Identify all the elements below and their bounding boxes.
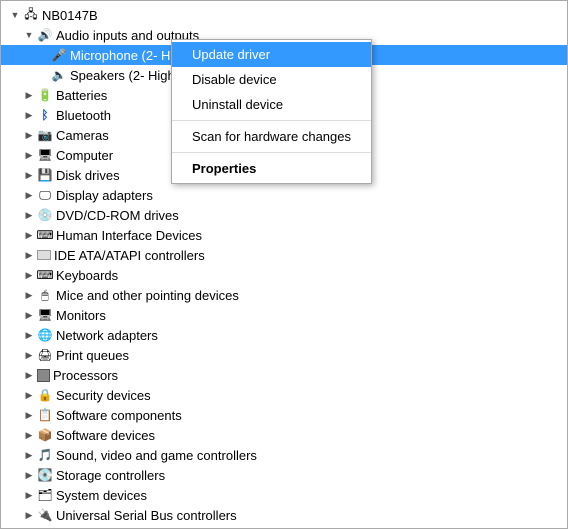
dvd-label: DVD/CD-ROM drives <box>56 208 567 223</box>
display-chevron[interactable] <box>21 187 37 203</box>
system-chevron[interactable] <box>21 487 37 503</box>
context-menu-sep1 <box>172 120 371 121</box>
processors-icon <box>37 369 50 382</box>
usb-chevron[interactable] <box>21 507 37 523</box>
tree-item-softwaredev[interactable]: 📦 Software devices <box>1 425 567 445</box>
tree-item-softwarecomp[interactable]: 📋 Software components <box>1 405 567 425</box>
tree-item-hid[interactable]: ⌨ Human Interface Devices <box>1 225 567 245</box>
tree-item-mice[interactable]: 🖱 Mice and other pointing devices <box>1 285 567 305</box>
tree-item-ide[interactable]: IDE ATA/ATAPI controllers <box>1 245 567 265</box>
softwaredev-chevron[interactable] <box>21 427 37 443</box>
bluetooth-chevron[interactable] <box>21 107 37 123</box>
context-menu-properties[interactable]: Properties <box>172 156 371 181</box>
dvd-chevron[interactable] <box>21 207 37 223</box>
tree-item-system[interactable]: 🗂 System devices <box>1 485 567 505</box>
softwaredev-label: Software devices <box>56 428 567 443</box>
audio-chevron[interactable] <box>21 27 37 43</box>
print-icon: 🖨 <box>37 347 53 363</box>
usb-label: Universal Serial Bus controllers <box>56 508 567 523</box>
print-label: Print queues <box>56 348 567 363</box>
context-menu-scan[interactable]: Scan for hardware changes <box>172 124 371 149</box>
processors-label: Processors <box>53 368 567 383</box>
softwarecomp-icon: 📋 <box>37 407 53 423</box>
security-icon: 🔒 <box>37 387 53 403</box>
hid-icon: ⌨ <box>37 227 53 243</box>
softwarecomp-chevron[interactable] <box>21 407 37 423</box>
audio-icon: 🔊 <box>37 27 53 43</box>
computer-chevron[interactable] <box>21 147 37 163</box>
mice-label: Mice and other pointing devices <box>56 288 567 303</box>
speakers-chevron <box>35 67 51 83</box>
network-chevron[interactable] <box>21 327 37 343</box>
sound-chevron[interactable] <box>21 447 37 463</box>
display-label: Display adapters <box>56 188 567 203</box>
speakers-icon: 🔈 <box>51 67 67 83</box>
disk-chevron[interactable] <box>21 167 37 183</box>
cameras-chevron[interactable] <box>21 127 37 143</box>
security-chevron[interactable] <box>21 387 37 403</box>
mic-icon: 🎤 <box>51 47 67 63</box>
security-label: Security devices <box>56 388 567 403</box>
context-menu-disable[interactable]: Disable device <box>172 67 371 92</box>
mice-icon: 🖱 <box>37 287 53 303</box>
hid-label: Human Interface Devices <box>56 228 567 243</box>
tree-item-sound[interactable]: 🎵 Sound, video and game controllers <box>1 445 567 465</box>
display-icon: 🖵 <box>37 187 53 203</box>
storage-chevron[interactable] <box>21 467 37 483</box>
keyboards-chevron[interactable] <box>21 267 37 283</box>
mic-chevron <box>35 47 51 63</box>
tree-root[interactable]: 🖧 NB0147B <box>1 5 567 25</box>
system-label: System devices <box>56 488 567 503</box>
ide-icon <box>37 250 51 260</box>
root-label: NB0147B <box>42 8 567 23</box>
print-chevron[interactable] <box>21 347 37 363</box>
sound-label: Sound, video and game controllers <box>56 448 567 463</box>
tree-item-usb[interactable]: 🔌 Universal Serial Bus controllers <box>1 505 567 525</box>
tree-item-storage[interactable]: 💽 Storage controllers <box>1 465 567 485</box>
context-menu-uninstall[interactable]: Uninstall device <box>172 92 371 117</box>
network-icon: 🌐 <box>37 327 53 343</box>
context-menu-update[interactable]: Update driver <box>172 42 371 67</box>
monitors-icon: 🖥 <box>37 307 53 323</box>
storage-icon: 💽 <box>37 467 53 483</box>
sound-icon: 🎵 <box>37 447 53 463</box>
usb-icon: 🔌 <box>37 507 53 523</box>
processors-chevron[interactable] <box>21 367 37 383</box>
system-icon: 🗂 <box>37 487 53 503</box>
tree-item-print[interactable]: 🖨 Print queues <box>1 345 567 365</box>
computer-icon: 🖥 <box>37 147 53 163</box>
mice-chevron[interactable] <box>21 287 37 303</box>
cameras-icon: 📷 <box>37 127 53 143</box>
root-chevron[interactable] <box>7 7 23 23</box>
ide-label: IDE ATA/ATAPI controllers <box>54 248 567 263</box>
tree-item-monitors[interactable]: 🖥 Monitors <box>1 305 567 325</box>
tree-item-security[interactable]: 🔒 Security devices <box>1 385 567 405</box>
softwaredev-icon: 📦 <box>37 427 53 443</box>
dvd-icon: 💿 <box>37 207 53 223</box>
tree-item-keyboards[interactable]: ⌨ Keyboards <box>1 265 567 285</box>
tree-item-dvd[interactable]: 💿 DVD/CD-ROM drives <box>1 205 567 225</box>
keyboards-label: Keyboards <box>56 268 567 283</box>
root-icon: 🖧 <box>23 7 39 23</box>
softwarecomp-label: Software components <box>56 408 567 423</box>
device-manager-tree: 🖧 NB0147B 🔊 Audio inputs and outputs 🎤 M… <box>1 1 567 528</box>
monitors-label: Monitors <box>56 308 567 323</box>
batteries-icon: 🔋 <box>37 87 53 103</box>
context-menu-sep2 <box>172 152 371 153</box>
tree-item-display[interactable]: 🖵 Display adapters <box>1 185 567 205</box>
ide-chevron[interactable] <box>21 247 37 263</box>
bluetooth-icon: ᛒ <box>37 107 53 123</box>
tree-item-processors[interactable]: Processors <box>1 365 567 385</box>
disk-icon: 💾 <box>37 167 53 183</box>
storage-label: Storage controllers <box>56 468 567 483</box>
batteries-chevron[interactable] <box>21 87 37 103</box>
keyboards-icon: ⌨ <box>37 267 53 283</box>
context-menu: Update driver Disable device Uninstall d… <box>171 39 372 184</box>
hid-chevron[interactable] <box>21 227 37 243</box>
monitors-chevron[interactable] <box>21 307 37 323</box>
network-label: Network adapters <box>56 328 567 343</box>
tree-item-network[interactable]: 🌐 Network adapters <box>1 325 567 345</box>
